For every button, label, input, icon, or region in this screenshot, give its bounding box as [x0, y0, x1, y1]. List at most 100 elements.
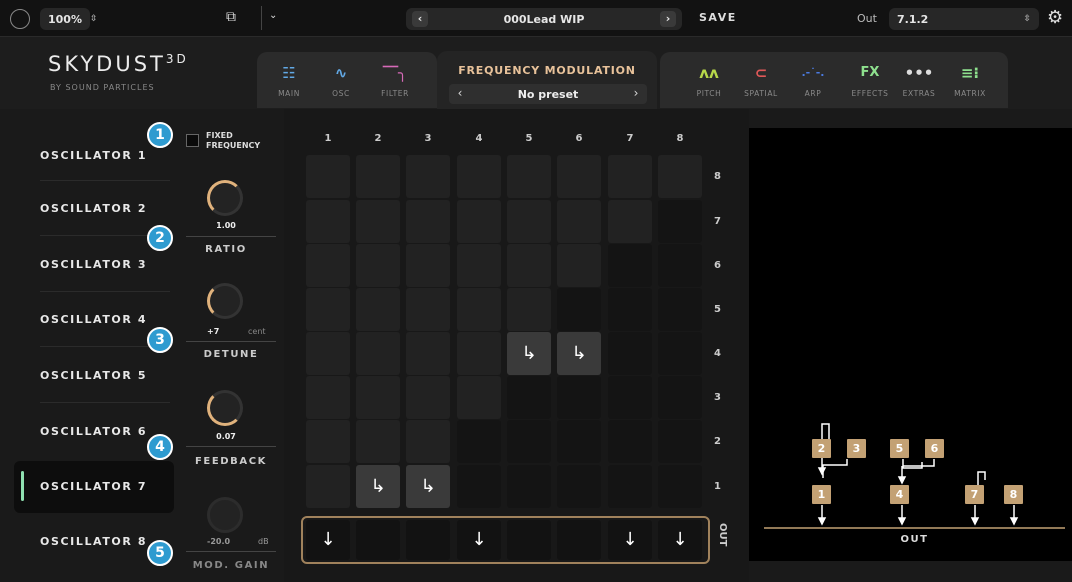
fm-preset-selector[interactable]: ‹ No preset › [449, 84, 647, 104]
matrix-cell[interactable] [658, 244, 702, 287]
oscillator-item-3[interactable]: OSCILLATOR 3 [14, 240, 174, 290]
logo-icon[interactable] [10, 9, 30, 29]
matrix-cell[interactable] [557, 465, 601, 508]
matrix-cell[interactable] [457, 420, 501, 463]
oscillator-item-5[interactable]: OSCILLATOR 5 [14, 351, 174, 401]
tab-osc[interactable]: ∿ OSC [316, 61, 366, 98]
matrix-cell[interactable] [507, 288, 551, 331]
matrix-cell[interactable] [608, 288, 652, 331]
matrix-cell[interactable] [306, 465, 350, 508]
matrix-cell[interactable] [406, 244, 450, 287]
preset-selector[interactable]: ‹ 000Lead WIP › [406, 8, 682, 30]
matrix-cell[interactable] [457, 332, 501, 375]
matrix-cell[interactable] [658, 200, 702, 243]
output-toggle[interactable]: ↓ [608, 520, 652, 560]
gear-icon[interactable]: ⚙ [1047, 7, 1063, 28]
matrix-cell[interactable] [457, 155, 501, 198]
matrix-cell[interactable] [658, 155, 702, 198]
matrix-cell[interactable] [457, 376, 501, 419]
output-toggle[interactable]: ↓ [457, 520, 501, 560]
copy-paste-icon[interactable]: ⧉ [226, 9, 236, 25]
tab-frequency-modulation[interactable]: FREQUENCY MODULATION ‹ No preset › [437, 51, 657, 109]
fixed-frequency-checkbox[interactable] [186, 134, 199, 147]
matrix-cell[interactable] [457, 200, 501, 243]
detune-knob[interactable] [207, 283, 243, 319]
matrix-cell-active[interactable]: ↳ [406, 465, 450, 508]
matrix-cell[interactable] [658, 465, 702, 508]
tab-extras[interactable]: ••• EXTRAS [894, 61, 944, 98]
ratio-knob[interactable] [207, 180, 243, 216]
matrix-cell[interactable] [557, 420, 601, 463]
matrix-cell[interactable] [608, 155, 652, 198]
matrix-cell[interactable] [658, 288, 702, 331]
matrix-cell[interactable] [457, 244, 501, 287]
matrix-cell[interactable] [406, 155, 450, 198]
matrix-cell[interactable] [557, 244, 601, 287]
matrix-cell[interactable] [507, 420, 551, 463]
matrix-cell[interactable] [406, 420, 450, 463]
tab-spatial[interactable]: ⊂ SPATIAL [736, 61, 786, 98]
matrix-cell[interactable] [306, 420, 350, 463]
next-preset-button[interactable]: › [660, 11, 676, 27]
matrix-cell[interactable] [507, 376, 551, 419]
chevron-down-icon[interactable]: ⌄ [269, 10, 277, 21]
matrix-cell[interactable] [356, 244, 400, 287]
matrix-cell-active[interactable]: ↳ [507, 332, 551, 375]
feedback-knob[interactable] [207, 390, 243, 426]
matrix-cell[interactable] [356, 200, 400, 243]
matrix-cell[interactable] [306, 376, 350, 419]
matrix-cell[interactable] [557, 288, 601, 331]
matrix-cell[interactable] [356, 288, 400, 331]
matrix-cell[interactable] [608, 465, 652, 508]
output-toggle[interactable] [356, 520, 400, 560]
matrix-cell[interactable] [658, 332, 702, 375]
matrix-cell[interactable] [457, 288, 501, 331]
tab-arp[interactable]: .-˙-. ARP [788, 61, 838, 98]
matrix-cell[interactable] [507, 465, 551, 508]
matrix-cell[interactable] [306, 244, 350, 287]
prev-preset-button[interactable]: ‹ [412, 11, 428, 27]
oscillator-item-7[interactable]: OSCILLATOR 7 [14, 461, 174, 513]
matrix-cell[interactable] [356, 155, 400, 198]
matrix-cell[interactable] [356, 376, 400, 419]
matrix-cell[interactable] [658, 420, 702, 463]
matrix-cell[interactable] [658, 376, 702, 419]
output-toggle[interactable]: ↓ [306, 520, 350, 560]
output-toggle[interactable] [507, 520, 551, 560]
matrix-cell[interactable] [406, 332, 450, 375]
tab-pitch[interactable]: ʌʌ PITCH [684, 61, 734, 98]
matrix-cell[interactable] [608, 200, 652, 243]
matrix-cell[interactable] [406, 200, 450, 243]
save-button[interactable]: SAVE [699, 11, 737, 24]
tab-effects[interactable]: FX EFFECTS [845, 61, 895, 98]
matrix-cell[interactable] [457, 465, 501, 508]
matrix-cell[interactable] [306, 200, 350, 243]
matrix-cell[interactable] [306, 288, 350, 331]
output-toggle[interactable] [557, 520, 601, 560]
matrix-cell[interactable] [356, 332, 400, 375]
matrix-cell[interactable] [557, 200, 601, 243]
matrix-cell[interactable] [608, 244, 652, 287]
matrix-cell[interactable] [406, 376, 450, 419]
matrix-cell[interactable] [608, 420, 652, 463]
next-fm-preset-button[interactable]: › [629, 86, 643, 102]
output-toggle[interactable]: ↓ [658, 520, 702, 560]
matrix-cell[interactable] [507, 200, 551, 243]
tab-filter[interactable]: ⎺╮ FILTER [370, 61, 420, 98]
mod-gain-knob[interactable] [207, 497, 243, 533]
matrix-cell-active[interactable]: ↳ [557, 332, 601, 375]
zoom-select[interactable]: 100% ⇳ [40, 8, 98, 30]
matrix-cell[interactable] [406, 288, 450, 331]
tab-matrix[interactable]: ≡⁝ MATRIX [945, 61, 995, 98]
output-toggle[interactable] [406, 520, 450, 560]
matrix-cell[interactable] [507, 244, 551, 287]
matrix-cell[interactable] [507, 155, 551, 198]
matrix-cell[interactable] [356, 420, 400, 463]
oscillator-item-2[interactable]: OSCILLATOR 2 [14, 184, 174, 234]
matrix-cell[interactable] [306, 155, 350, 198]
matrix-cell[interactable] [608, 332, 652, 375]
output-format-select[interactable]: 7.1.2 ⇳ [889, 8, 1039, 30]
matrix-cell[interactable] [557, 376, 601, 419]
matrix-cell[interactable] [306, 332, 350, 375]
tab-main[interactable]: ☷ MAIN [264, 61, 314, 98]
